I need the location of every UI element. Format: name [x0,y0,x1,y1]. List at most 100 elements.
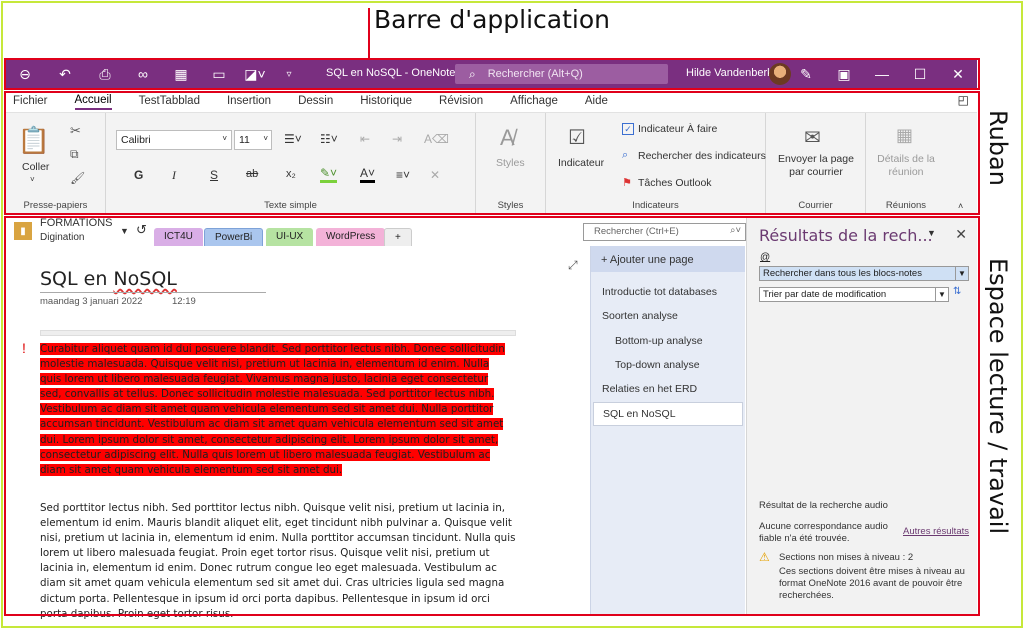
notebook-dropdown-icon[interactable]: ▼ [120,226,129,236]
page-item[interactable]: Soorten analyse [602,310,678,322]
plus-icon: + [601,254,610,266]
bullets-icon[interactable]: ☰˅ [284,132,302,146]
print-icon[interactable]: ⎙ [90,60,120,88]
cut-icon[interactable]: ✂ [70,123,81,139]
chevron-down-icon: ˅ [222,134,227,143]
more-results-link[interactable]: Autres résultats [903,526,969,537]
search-scope-select[interactable]: Rechercher dans tous les blocs-notes ▼ [759,266,969,281]
minimize-icon[interactable]: — [863,60,901,88]
page-item[interactable]: Relaties en het ERD [602,383,697,395]
copy-icon[interactable]: ⧉ [70,147,79,162]
subscript-button[interactable]: x₂ [286,168,296,180]
font-size-select[interactable]: 11 ˅ [234,130,272,150]
section-tab-ict4u[interactable]: ICT4U [154,228,203,246]
results-dropdown-icon[interactable]: ▼ [927,228,936,238]
meeting-details-button[interactable]: Détails de la réunion [874,153,938,179]
italic-button[interactable]: I [172,168,176,183]
collapse-ribbon-icon[interactable]: ˄ [958,201,963,211]
strikethrough-button[interactable]: ab [246,168,258,180]
section-tab-powerbi[interactable]: PowerBi [204,228,264,246]
customize-toolbar-icon[interactable]: ▿ [274,60,304,88]
app-search-box[interactable]: ⌕ Rechercher (Alt+Q) [455,64,668,84]
maximize-icon[interactable]: ☐ [901,60,939,88]
page-canvas[interactable]: SQL en NoSQL maandag 3 januari 2022 12:1… [6,246,590,620]
page-title[interactable]: SQL en NoSQL [40,268,177,290]
tab-accueil[interactable]: Accueil [74,94,112,110]
highlight-color-icon[interactable]: ✎˅ [320,166,338,183]
page-title-part: NoSQL [113,268,177,290]
add-page-label: Ajouter une page [609,254,694,266]
page-item[interactable]: Top-down analyse [615,359,700,371]
label-ribbon: Ruban [984,110,1012,186]
ribbon-display-icon[interactable]: ▣ [825,60,863,88]
delete-icon[interactable]: ✕ [430,168,440,182]
group-tags-label: Indicateurs [632,200,679,211]
section-tab-ui-ux[interactable]: UI-UX [266,228,314,246]
underline-button[interactable]: S [210,168,218,182]
envelope-icon[interactable]: ✉ [804,125,821,150]
section-tab-wordpress[interactable]: WordPress [316,228,386,246]
tag-button[interactable]: Indicateur [558,157,604,169]
align-icon[interactable]: ≡˅ [396,168,410,182]
increase-indent-icon[interactable]: ⇥ [392,132,402,146]
paste-dropdown-icon[interactable]: ˅ [30,175,35,184]
note-container-handle[interactable] [40,330,516,336]
page-item[interactable]: Introductie tot databases [602,286,717,298]
pen-icon[interactable]: ✎ [787,60,825,88]
tab-affichage[interactable]: Affichage [510,95,558,109]
bold-button[interactable]: G [134,168,143,182]
tab-revision[interactable]: Révision [439,95,483,109]
ribbon: 📋 Coller ˅ ✂ ⧉ 🖌 Presse-papiers Calibri ˅… [6,112,977,215]
font-color-icon[interactable]: A˅ [360,166,376,183]
tab-insertion[interactable]: Insertion [227,95,271,109]
notebook-icon[interactable]: ▮ [14,222,32,240]
styles-button[interactable]: Styles [496,157,525,169]
sort-select[interactable]: Trier par date de modification ▼ [759,287,949,302]
format-painter-icon[interactable]: 🖌 [70,171,85,185]
tab-fichier[interactable]: Fichier [13,95,48,109]
open-folder-icon[interactable]: ▭ [204,60,234,88]
close-icon[interactable]: ✕ [955,226,967,243]
tag-icon[interactable]: ☑ [568,125,586,150]
page-item[interactable]: Bottom-up analyse [615,335,703,347]
screenshot-icon[interactable]: ◪˅ [240,60,270,88]
add-page-button[interactable]: + Ajouter une page [601,254,694,266]
page-item-selected[interactable]: SQL en NoSQL [593,402,743,426]
paste-button[interactable]: Coller [22,161,49,173]
link-icon[interactable]: ∞ [128,60,158,88]
highlighted-paragraph[interactable]: Curabitur aliquet quam id dui posuere bl… [40,342,510,478]
back-icon[interactable]: ⊖ [10,60,40,88]
font-name-select[interactable]: Calibri ˅ [116,130,232,150]
email-page-button[interactable]: Envoyer la page par courrier [776,153,856,179]
sync-icon[interactable]: ↺ [136,222,147,238]
find-tags-button[interactable]: Rechercher des indicateurs [638,150,766,162]
close-icon[interactable]: ✕ [939,60,977,88]
clear-formatting-icon[interactable]: A⌫ [424,132,449,146]
decrease-indent-icon[interactable]: ⇤ [360,132,370,146]
undo-icon[interactable]: ↶ [50,60,80,88]
results-query[interactable]: @ [760,252,770,263]
notebook-sub: Digination [40,232,85,243]
checkbox-icon: ✓ [622,123,634,135]
outlook-tasks-button[interactable]: Tâches Outlook [638,177,712,189]
tab-dessin[interactable]: Dessin [298,95,333,109]
numbering-icon[interactable]: ☷˅ [320,132,338,146]
tab-testtabblad[interactable]: TestTabblad [139,95,200,109]
user-name[interactable]: Hilde Vandenberk [686,67,773,79]
page-search-input[interactable]: Rechercher (Ctrl+E) ⌕˅ [583,223,746,241]
todo-tag-button[interactable]: Indicateur À faire [638,123,717,135]
save-icon[interactable]: ▦ [166,60,196,88]
ribbon-pin-icon[interactable]: ◰ [958,93,969,107]
body-paragraph[interactable]: Sed porttitor lectus nibh. Sed porttitor… [40,501,516,622]
paste-icon[interactable]: 📋 [18,125,50,155]
notebook-name[interactable]: FORMATIONS [40,218,113,229]
audio-result-none: Aucune correspondance audio fiable n'a é… [759,521,888,544]
expand-icon[interactable]: ⤢ [568,258,578,273]
add-section-button[interactable]: + [384,228,412,246]
tab-historique[interactable]: Historique [360,95,412,109]
calendar-icon[interactable]: ▦ [896,125,913,146]
styles-icon[interactable]: A̸ [500,125,515,151]
search-icon: ⌕ [469,66,476,81]
tab-aide[interactable]: Aide [585,95,608,109]
sort-order-icon[interactable]: ⇅ [953,286,961,297]
